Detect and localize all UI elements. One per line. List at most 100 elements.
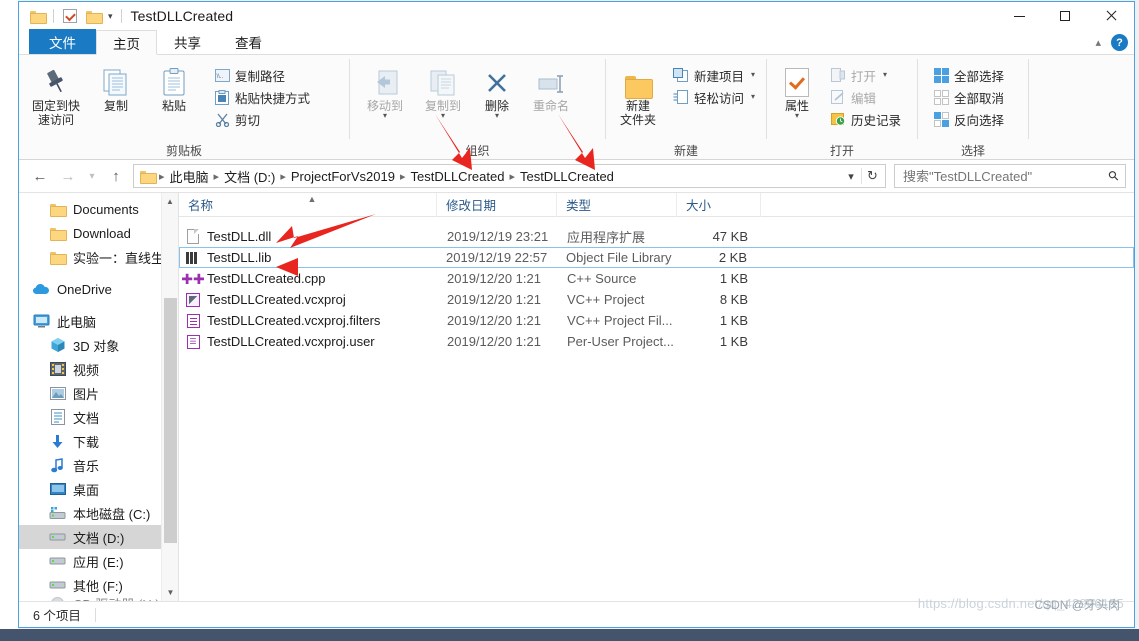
sidebar-item-downloads[interactable]: 下载 [19,429,178,453]
open-button[interactable]: 打开 ▾ [825,64,906,86]
sidebar-item-label: 桌面 [73,482,100,498]
search-box[interactable]: ⚲ [894,164,1126,188]
scroll-down-chevron-icon[interactable]: ▼ [162,584,178,601]
forward-button[interactable]: → [55,164,81,188]
sidebar-item-local-disk-c[interactable]: 本地磁盘 (C:) [19,501,178,525]
up-button[interactable]: ↑ [103,164,129,188]
sidebar-item-other-f[interactable]: 其他 (F:) [19,573,178,597]
breadcrumb-item-4[interactable]: TestDLLCreated [516,168,618,185]
scrollbar-thumb[interactable] [164,298,177,543]
collapse-ribbon-chevron-up-icon[interactable]: ▴ [1095,36,1101,49]
breadcrumb-item-3[interactable]: TestDLLCreated [406,168,508,185]
sidebar-item-onedrive[interactable]: OneDrive [19,277,178,301]
new-item-chevron-down-icon[interactable]: ▾ [751,71,755,79]
edit-button[interactable]: 编辑 [825,86,906,108]
recent-locations-chevron-down-icon[interactable]: ▾ [83,164,101,188]
tab-home[interactable]: 主页 [96,30,157,55]
table-row[interactable]: TestDLLCreated.vcxproj 2019/12/20 1:21 V… [179,289,1134,310]
tab-file[interactable]: 文件 [29,29,96,54]
sidebar-item-desktop[interactable]: 桌面 [19,477,178,501]
column-header-name[interactable]: 名称 ▲ [179,193,437,217]
help-icon[interactable]: ? [1111,34,1128,51]
delete-chevron-down-icon[interactable]: ▾ [495,112,499,120]
refresh-icon[interactable]: ↻ [861,168,883,184]
column-header-size[interactable]: 大小 [677,193,761,217]
copy-path-button[interactable]: \\.. 复制路径 [209,64,315,86]
table-row[interactable]: TestDLLCreated.vcxproj.filters 2019/12/2… [179,310,1134,331]
table-row[interactable]: TestDLL.dll 2019/12/19 23:21 应用程序扩展 47 K… [179,226,1134,247]
back-button[interactable]: ← [27,164,53,188]
scroll-up-chevron-icon[interactable]: ▲ [162,193,178,210]
paste-shortcut-button[interactable]: 粘贴快捷方式 [209,86,315,108]
file-size-cell: 1 KB [719,271,748,286]
properties-button[interactable]: 属性 ▾ [773,60,821,120]
pictures-icon [49,385,66,402]
sidebar-item-download-qa[interactable]: Download [19,221,178,245]
file-date-cell: 2019/12/20 1:21 [447,313,541,328]
music-icon [49,457,66,474]
copy-label: 复制 [103,99,128,113]
navigation-scrollbar[interactable]: ▲ ▼ [161,193,178,601]
move-to-button[interactable]: 移动到 ▾ [356,60,414,120]
rename-button[interactable]: 重命名 [522,60,580,113]
tab-share[interactable]: 共享 [157,29,218,54]
breadcrumb: ▸ 此电脑 ▸ 文档 (D:) ▸ ProjectForVs2019 ▸ Tes… [158,166,841,187]
copy-to-chevron-down-icon[interactable]: ▾ [441,112,445,120]
select-all-button[interactable]: 全部选择 [928,64,1009,86]
new-folder-qat-icon[interactable] [83,6,103,26]
sidebar-item-experiment1[interactable]: 实验一：直线生 [19,245,178,269]
search-input[interactable] [901,167,1110,185]
cut-button[interactable]: 剪切 [209,108,315,130]
easy-access-label: 轻松访问 [693,91,744,106]
open-chevron-down-icon[interactable]: ▾ [883,71,887,79]
column-header-date[interactable]: 修改日期 [437,193,557,217]
history-button[interactable]: 历史记录 [825,108,906,130]
system-menu-folder-icon[interactable] [27,6,47,26]
paste-button[interactable]: 粘贴 [145,60,203,113]
new-folder-button[interactable]: 新建 文件夹 [612,60,664,127]
properties-chevron-down-icon[interactable]: ▾ [795,112,799,120]
close-button[interactable] [1088,2,1134,30]
move-to-chevron-down-icon[interactable]: ▾ [383,112,387,120]
qat-chevron-down-icon[interactable]: ▾ [106,11,115,22]
select-none-button[interactable]: 全部取消 [928,86,1009,108]
breadcrumb-item-1[interactable]: 文档 (D:) [220,166,279,187]
sidebar-item-documents-d[interactable]: 文档 (D:) [19,525,178,549]
easy-access-button[interactable]: 轻松访问 ▾ [668,86,760,108]
sidebar-item-documents[interactable]: 文档 [19,405,178,429]
breadcrumb-item-2[interactable]: ProjectForVs2019 [287,168,399,185]
address-chevron-down-icon[interactable]: ▾ [841,170,861,183]
maximize-button[interactable] [1042,2,1088,30]
sidebar-item-label: Download [73,225,131,241]
sidebar-item-videos[interactable]: 视频 [19,357,178,381]
sidebar-item-this-pc[interactable]: 此电脑 [19,309,178,333]
edit-icon [830,89,846,105]
sidebar-item-3d-objects[interactable]: 3D 对象 [19,333,178,357]
properties-checkbox-icon[interactable] [60,6,80,26]
delete-button[interactable]: 删除 ▾ [472,60,522,120]
sidebar-item-pictures[interactable]: 图片 [19,381,178,405]
breadcrumb-item-0[interactable]: 此电脑 [166,166,213,187]
sidebar-item-label: 本地磁盘 (C:) [73,506,151,522]
select-all-icon [933,67,949,83]
minimize-button[interactable] [996,2,1042,30]
invert-selection-icon [933,111,949,127]
sidebar-item-documents-qa[interactable]: Documents [19,197,178,221]
new-item-button[interactable]: 新建项目 ▾ [668,64,760,86]
group-label-open: 打开 [829,144,854,158]
copy-to-button[interactable]: 复制到 ▾ [414,60,472,120]
table-row[interactable]: ✚✚ TestDLLCreated.cpp 2019/12/20 1:21 C+… [179,268,1134,289]
tab-view[interactable]: 查看 [218,29,279,54]
table-row[interactable]: ☰ TestDLLCreated.vcxproj.user 2019/12/20… [179,331,1134,352]
sidebar-item-music[interactable]: 音乐 [19,453,178,477]
easy-access-chevron-down-icon[interactable]: ▾ [751,93,755,101]
group-label-select: 选择 [960,144,985,158]
table-row[interactable]: TestDLL.lib 2019/12/19 22:57 Object File… [179,247,1134,268]
pin-to-quick-access-button[interactable]: 固定到快 速访问 [25,60,87,127]
invert-selection-button[interactable]: 反向选择 [928,108,1009,130]
sidebar-item-apps-e[interactable]: 应用 (E:) [19,549,178,573]
paste-label: 粘贴 [161,99,186,113]
column-header-type[interactable]: 类型 [557,193,677,217]
address-bar[interactable]: ▸ 此电脑 ▸ 文档 (D:) ▸ ProjectForVs2019 ▸ Tes… [133,164,886,188]
copy-button[interactable]: 复制 [87,60,145,113]
